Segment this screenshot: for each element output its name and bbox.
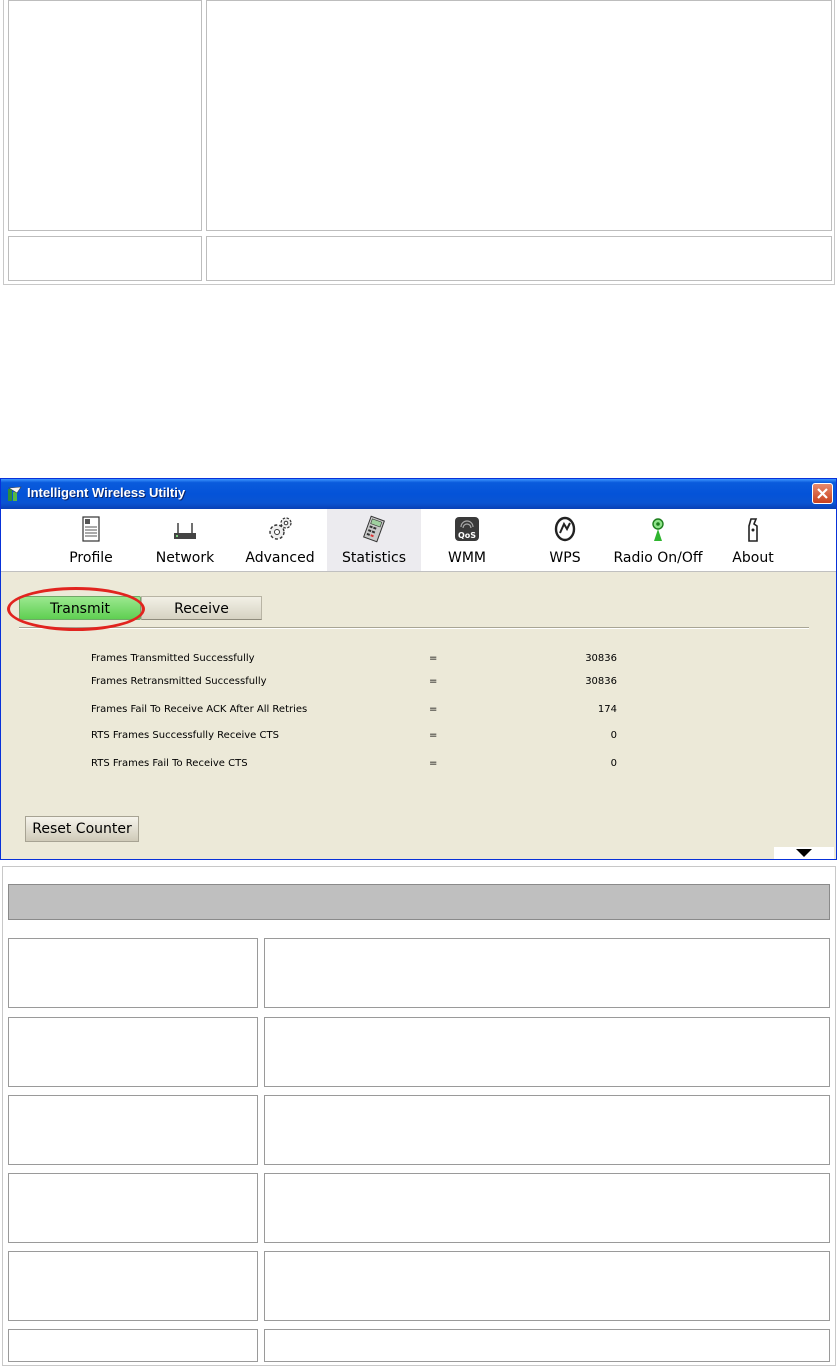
about-icon	[748, 518, 758, 542]
scroll-down-button[interactable]	[774, 847, 834, 859]
top-table-cell-right	[206, 0, 832, 231]
stat-name: Frames Retransmitted Successfully	[91, 676, 267, 687]
statistics-icon	[363, 515, 385, 543]
utility-window: Intelligent Wireless Utiltiy Profile Net…	[0, 478, 837, 860]
window-title: Intelligent Wireless Utiltiy	[27, 485, 186, 500]
wmm-icon: QoS	[455, 517, 479, 541]
stat-value: 30836	[585, 676, 617, 687]
top-table-cell-left-2	[8, 236, 202, 281]
title-bar[interactable]: Intelligent Wireless Utiltiy	[1, 479, 836, 509]
table-cell-right	[264, 1173, 830, 1243]
toolbar-network[interactable]: Network	[149, 509, 221, 571]
toolbar-advanced[interactable]: Advanced	[241, 509, 319, 571]
table-cell-right	[264, 938, 830, 1008]
toolbar-about[interactable]: About	[723, 509, 783, 571]
stat-row: Frames Retransmitted Successfully = 3083…	[91, 676, 631, 690]
highlight-annotation	[7, 587, 145, 631]
tab-divider	[19, 627, 809, 628]
stat-value: 30836	[585, 653, 617, 664]
stat-value: 0	[610, 730, 617, 741]
stat-name: Frames Fail To Receive ACK After All Ret…	[91, 704, 308, 715]
table-cell-left	[8, 1095, 258, 1165]
network-icon	[174, 523, 196, 539]
toolbar-profile[interactable]: Profile	[57, 509, 125, 571]
advanced-icon	[269, 517, 292, 540]
toolbar-network-label: Network	[155, 550, 215, 566]
triangle-down-icon	[796, 849, 812, 857]
table-cell-left	[8, 938, 258, 1008]
toolbar-wps[interactable]: WPS	[535, 509, 595, 571]
stat-value: 174	[597, 704, 617, 715]
svg-text:QoS: QoS	[458, 531, 476, 540]
toolbar-advanced-label: Advanced	[245, 550, 315, 566]
bottom-document-table	[2, 866, 836, 1366]
reset-counter-button[interactable]: Reset Counter	[25, 816, 139, 842]
top-table-cell-right-2	[206, 236, 832, 281]
wps-icon	[554, 516, 576, 542]
table-cell-left	[8, 1251, 258, 1321]
radio-icon	[652, 518, 664, 541]
table-cell-right	[264, 1017, 830, 1087]
top-table-cell-left	[8, 0, 202, 231]
stat-row: RTS Frames Fail To Receive CTS = 0	[91, 758, 631, 772]
table-cell-left	[8, 1173, 258, 1243]
table-cell-left	[8, 1017, 258, 1087]
profile-icon	[82, 516, 100, 542]
toolbar-about-label: About	[732, 550, 774, 566]
table-cell-right	[264, 1329, 830, 1362]
toolbar-wmm-label: WMM	[447, 550, 486, 566]
toolbar-wps-label: WPS	[549, 550, 581, 566]
stat-name: RTS Frames Successfully Receive CTS	[91, 730, 279, 741]
stat-name: RTS Frames Fail To Receive CTS	[91, 758, 248, 769]
table-cell-right	[264, 1095, 830, 1165]
toolbar-profile-label: Profile	[69, 550, 113, 566]
main-toolbar: Profile Network Advanced Statistics QoS …	[1, 509, 836, 572]
table-header-bar	[8, 884, 830, 920]
toolbar-wmm[interactable]: QoS WMM	[437, 509, 497, 571]
stat-equals: =	[429, 676, 438, 687]
table-cell-left	[8, 1329, 258, 1362]
toolbar-radio-label: Radio On/Off	[613, 550, 703, 566]
close-icon	[817, 488, 828, 499]
top-document-table	[3, 0, 835, 285]
close-button[interactable]	[812, 483, 833, 504]
stat-value: 0	[610, 758, 617, 769]
toolbar-radio[interactable]: Radio On/Off	[605, 509, 711, 571]
toolbar-statistics-label: Statistics	[342, 550, 406, 566]
toolbar-statistics[interactable]: Statistics	[327, 509, 421, 571]
app-icon	[8, 486, 22, 501]
tab-receive[interactable]: Receive	[141, 596, 262, 620]
stat-name: Frames Transmitted Successfully	[91, 653, 255, 664]
table-cell-right	[264, 1251, 830, 1321]
stat-row: Frames Fail To Receive ACK After All Ret…	[91, 704, 631, 718]
stat-row: Frames Transmitted Successfully = 30836	[91, 653, 631, 667]
stat-equals: =	[429, 653, 438, 664]
stat-equals: =	[429, 758, 438, 769]
stat-row: RTS Frames Successfully Receive CTS = 0	[91, 730, 631, 744]
stat-equals: =	[429, 730, 438, 741]
stat-equals: =	[429, 704, 438, 715]
